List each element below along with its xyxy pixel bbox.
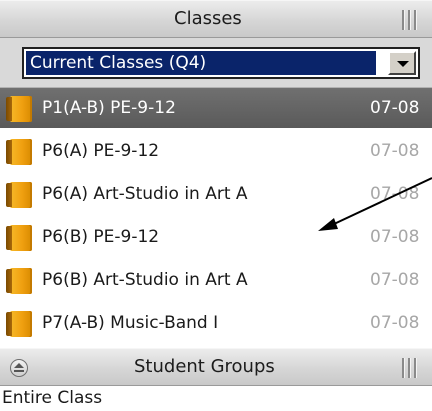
class-row[interactable]: P6(B) Art-Studio in Art A 07-08 [0,260,432,300]
class-date: 07-08 [370,313,420,333]
class-row[interactable]: P7(A-B) Music-Band I 07-08 [0,303,432,343]
class-row[interactable]: P6(A) PE-9-12 07-08 [0,131,432,171]
student-groups-panel-title: Student Groups [134,356,275,377]
book-icon [6,96,34,122]
student-groups-panel-header: Student Groups [0,348,432,386]
class-list: P1(A-B) PE-9-12 07-08 P6(A) PE-9-12 07-08 P6… [0,88,432,348]
book-icon [6,268,34,294]
class-row[interactable]: P6(B) PE-9-12 07-08 [0,217,432,257]
resize-grip-icon[interactable] [402,358,418,378]
student-group-item[interactable]: Entire Class [2,386,102,411]
class-navigator: Classes Current Classes (Q4) P1(A-B) PE-… [0,0,432,411]
chevron-down-icon[interactable] [388,51,416,75]
class-filter-selected-value[interactable]: Current Classes (Q4) [26,51,376,75]
class-name: P6(B) PE-9-12 [42,227,160,247]
collapse-up-icon[interactable] [10,359,28,377]
class-row[interactable]: P6(A) Art-Studio in Art A 07-08 [0,174,432,214]
class-name: P7(A-B) Music-Band I [42,313,219,333]
classes-panel-header: Classes [0,0,432,38]
class-date: 07-08 [370,270,420,290]
class-filter-select[interactable]: Current Classes (Q4) [22,47,420,79]
class-date: 07-08 [370,184,420,204]
book-icon [6,182,34,208]
class-name: P6(A) PE-9-12 [42,141,160,161]
class-date: 07-08 [370,98,420,118]
book-icon [6,139,34,165]
book-icon [6,225,34,251]
class-name: P1(A-B) PE-9-12 [42,98,176,118]
class-name: P6(B) Art-Studio in Art A [42,270,248,290]
class-date: 07-08 [370,227,420,247]
classes-panel-title: Classes [174,8,242,29]
class-filter-bar: Current Classes (Q4) [0,38,432,88]
book-icon [6,311,34,337]
class-date: 07-08 [370,141,420,161]
class-row[interactable]: P1(A-B) PE-9-12 07-08 [0,88,432,128]
resize-grip-icon[interactable] [402,10,418,30]
class-name: P6(A) Art-Studio in Art A [42,184,248,204]
